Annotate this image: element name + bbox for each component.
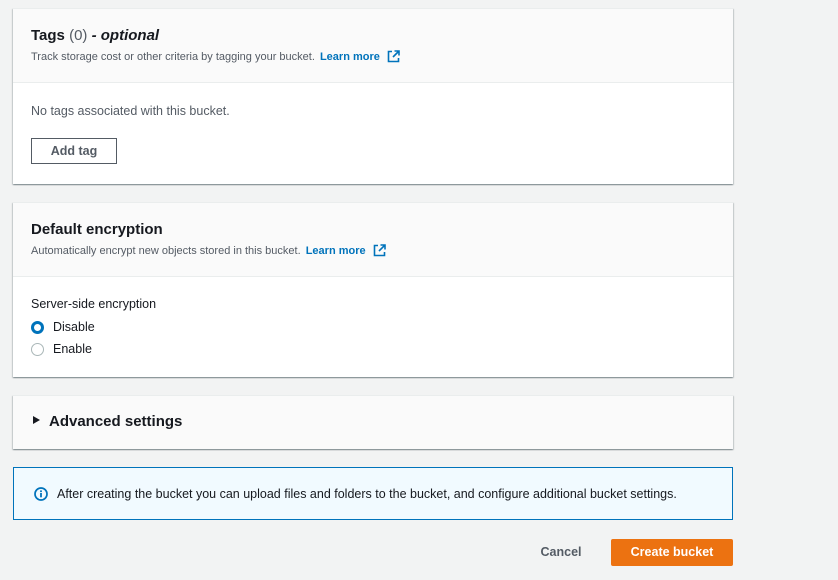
advanced-settings-title: Advanced settings (49, 412, 183, 430)
encryption-description: Automatically encrypt new objects stored… (31, 243, 715, 262)
tags-panel: Tags (0) - optional Track storage cost o… (13, 8, 733, 184)
cancel-button[interactable]: Cancel (530, 539, 592, 565)
radio-unselected-icon[interactable] (31, 342, 44, 356)
tags-learn-more-link[interactable]: Learn more (320, 51, 380, 63)
advanced-settings-toggle[interactable]: Advanced settings (31, 412, 182, 430)
tags-optional: - optional (91, 27, 160, 44)
external-link-icon[interactable] (373, 244, 386, 262)
info-icon (34, 486, 48, 501)
info-alert-text: After creating the bucket you can upload… (57, 486, 677, 501)
encryption-panel: Default encryption Automatically encrypt… (13, 202, 733, 377)
info-alert: After creating the bucket you can upload… (13, 467, 733, 520)
tags-header: Tags (0) - optional Track storage cost o… (13, 9, 733, 83)
tags-empty-text: No tags associated with this bucket. (31, 104, 230, 118)
advanced-settings-panel[interactable]: Advanced settings (13, 395, 733, 449)
tags-description: Track storage cost or other criteria by … (31, 49, 715, 68)
tags-title: Tags (0) - optional (31, 27, 160, 44)
server-side-encryption-label: Server-side encryption (31, 297, 157, 311)
radio-label-enable: Enable (53, 342, 92, 356)
radio-option-enable[interactable]: Enable (31, 342, 92, 356)
encryption-learn-more-link[interactable]: Learn more (306, 245, 366, 257)
radio-option-disable[interactable]: Disable (31, 320, 95, 334)
encryption-header: Default encryption Automatically encrypt… (13, 203, 733, 277)
caret-right-icon[interactable] (31, 412, 41, 430)
encryption-title: Default encryption (31, 221, 163, 238)
create-bucket-button[interactable]: Create bucket (611, 539, 733, 566)
radio-selected-icon[interactable] (31, 320, 44, 334)
radio-label-disable: Disable (53, 320, 95, 334)
tags-count: (0) (69, 27, 88, 44)
add-tag-button[interactable]: Add tag (31, 138, 117, 164)
external-link-icon[interactable] (387, 50, 400, 68)
